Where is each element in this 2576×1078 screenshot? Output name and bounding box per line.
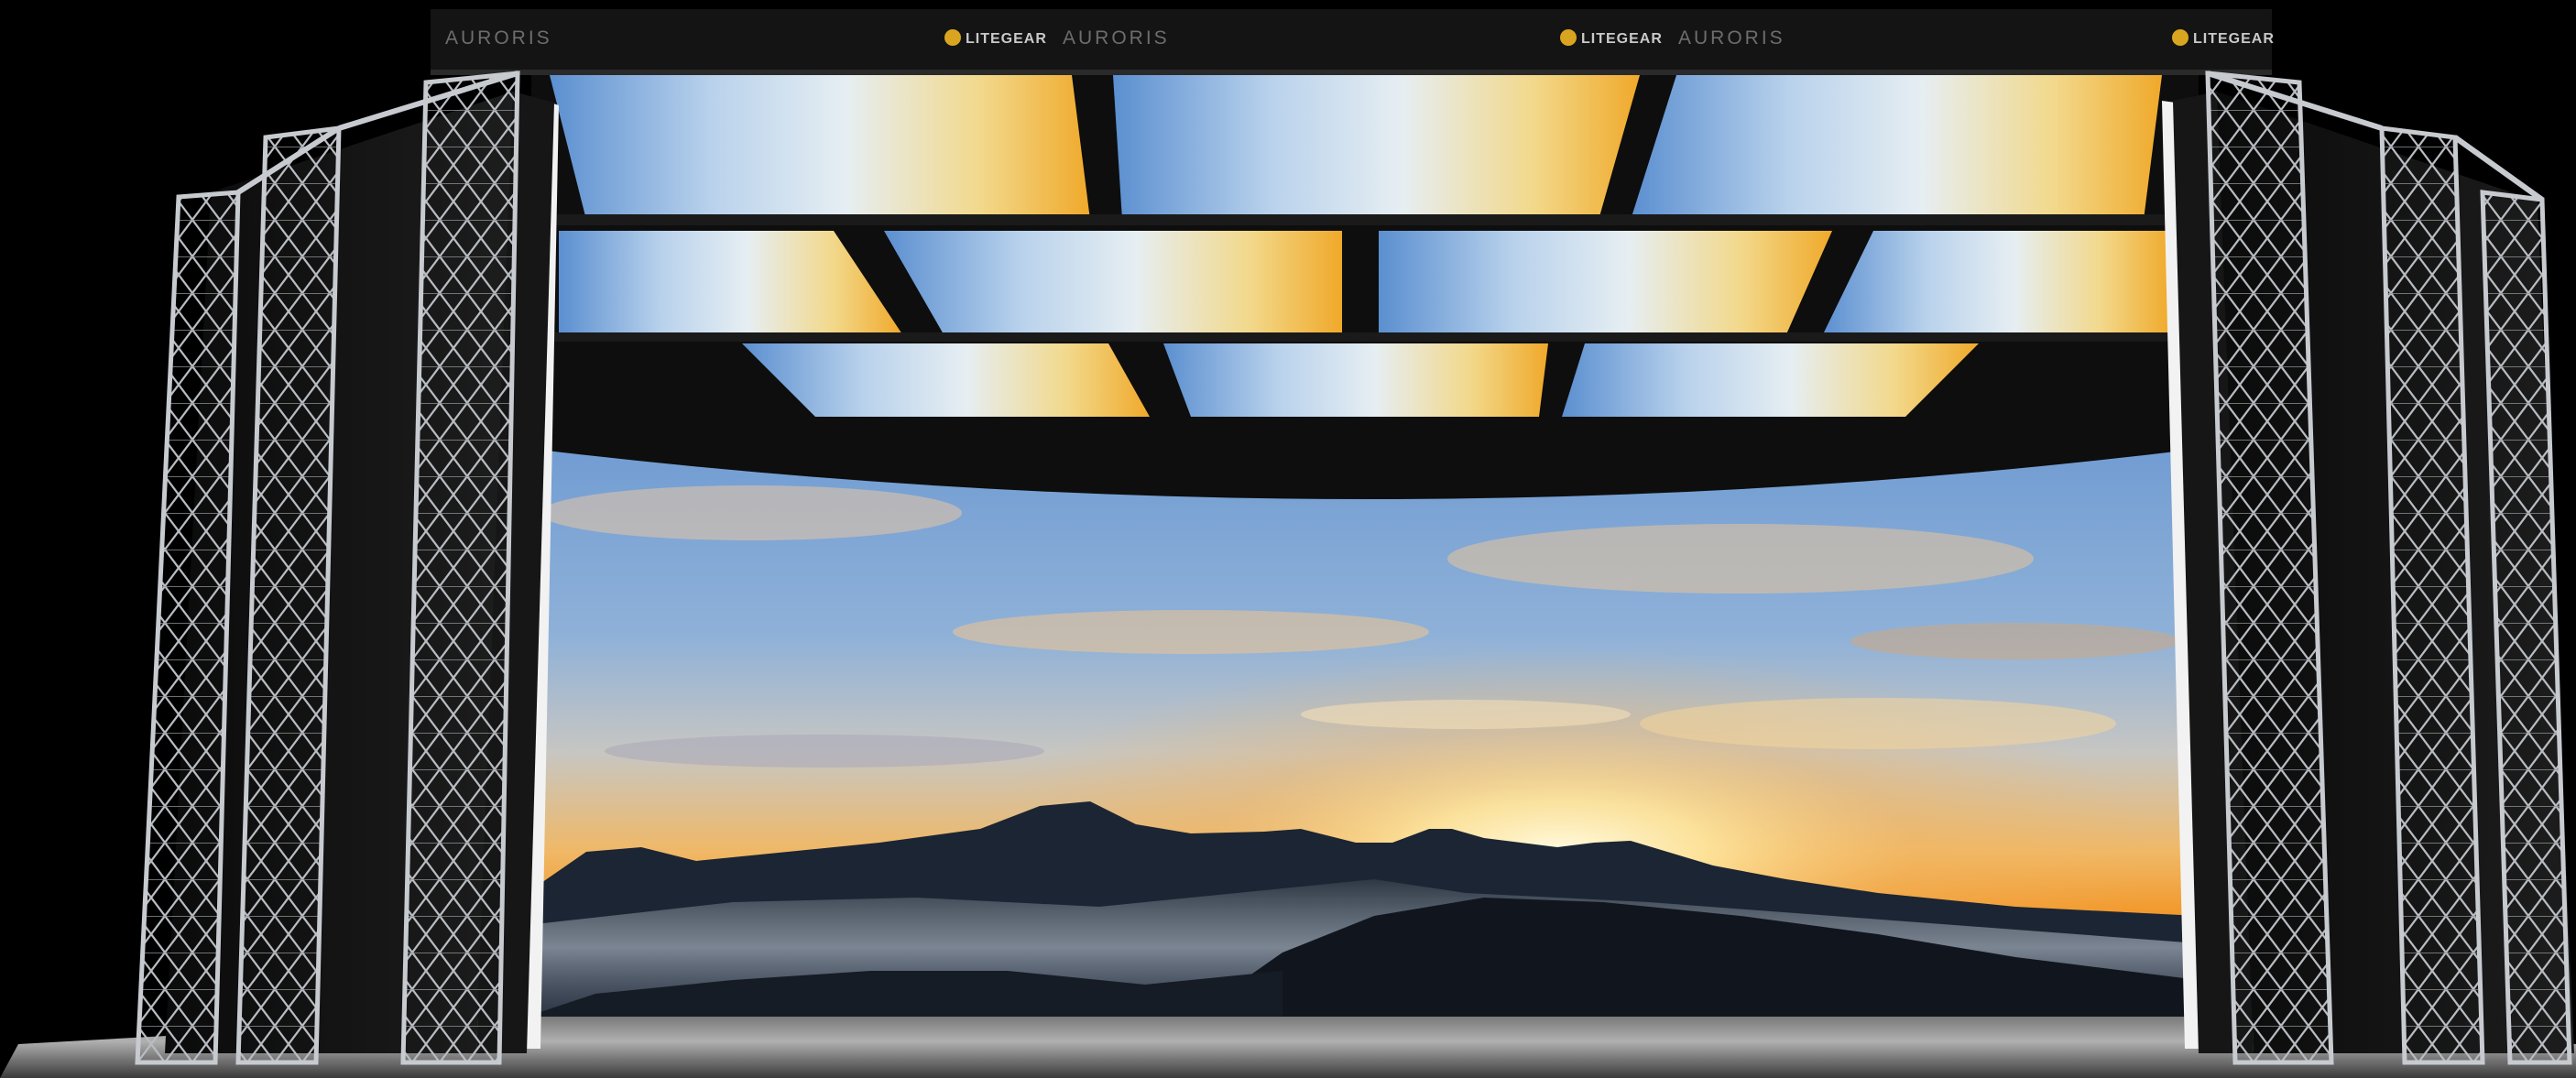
banner-partner-1: LITEGEAR: [966, 31, 1047, 47]
litegear-logo-icon: [2172, 29, 2189, 46]
led-wall-sky: [522, 430, 2199, 1017]
banner-brand-3: AURORIS: [1678, 27, 1785, 49]
banner-brand-1: AURORIS: [445, 27, 552, 49]
stage-scene: AURORIS LITEGEAR AURORIS LITEGEAR AURORI…: [0, 0, 2576, 1078]
banner-partner-3: LITEGEAR: [2193, 31, 2275, 47]
banner-partner-2: LITEGEAR: [1581, 31, 1663, 47]
litegear-logo-icon: [944, 29, 961, 46]
header-banner: AURORIS LITEGEAR AURORIS LITEGEAR AURORI…: [431, 9, 2275, 75]
banner-brand-2: AURORIS: [1063, 27, 1170, 49]
litegear-logo-icon: [1560, 29, 1577, 46]
ceiling-led-array: [531, 73, 2199, 499]
